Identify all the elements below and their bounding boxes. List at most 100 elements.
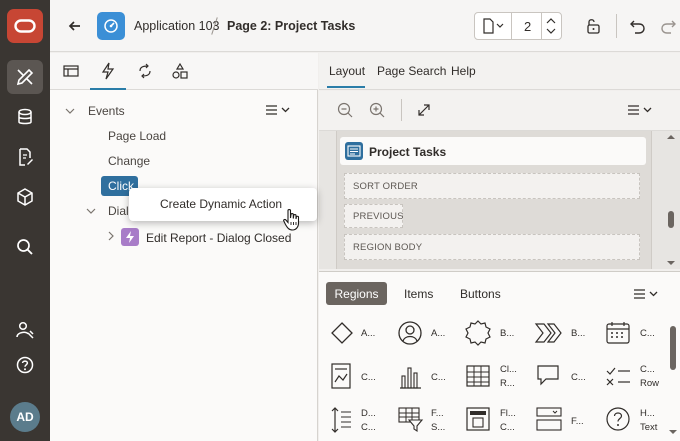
scroll-up-icon <box>667 135 675 139</box>
gallery-item-label: C... <box>640 328 655 339</box>
gallery-item-label: A... <box>431 328 446 339</box>
tab-rendering[interactable] <box>62 62 80 80</box>
search-button[interactable] <box>7 230 43 264</box>
bar-chart-icon <box>400 367 421 389</box>
global-nav-rail: AD <box>0 0 50 441</box>
dynamic-action-badge <box>121 228 139 246</box>
tree-item-edit-report-dialog-closed[interactable]: Edit Report - Dialog Closed <box>146 231 291 245</box>
events-collapse-toggle[interactable] <box>64 105 76 117</box>
gallery-item[interactable]: Cl... R... <box>463 360 521 394</box>
zoom-out-button[interactable] <box>336 101 354 119</box>
events-menu-button[interactable] <box>264 103 292 117</box>
gallery-item[interactable]: B... <box>533 318 591 348</box>
lock-page-button[interactable] <box>583 16 603 36</box>
slot-region-body[interactable]: REGION BODY <box>344 234 640 260</box>
page-stepper[interactable] <box>544 15 558 37</box>
chevron-right-icon <box>108 231 114 241</box>
gallery-item-label: Cl... <box>500 364 517 375</box>
package-icon <box>17 188 33 206</box>
comments-icon <box>537 365 559 386</box>
gallery-item[interactable]: B... <box>463 318 521 348</box>
gallery-item-label: D... <box>361 408 376 419</box>
gallery-item-label: R... <box>500 378 515 389</box>
zoom-in-button[interactable] <box>368 101 386 119</box>
tab-shared-components[interactable] <box>171 62 189 80</box>
gallery-item[interactable]: C... Row <box>603 360 663 394</box>
gallery-item-label: B... <box>500 328 515 339</box>
tab-layout-underline <box>327 86 365 88</box>
layout-menu-button[interactable] <box>626 103 654 117</box>
gallery-tab-regions[interactable]: Regions <box>326 282 387 305</box>
page-number-divider-2 <box>541 12 542 40</box>
center-pane-tabs <box>319 53 680 90</box>
undo-button[interactable] <box>628 16 648 36</box>
canvas-scroll-up[interactable] <box>666 133 676 141</box>
gallery-item[interactable]: C... <box>327 360 385 394</box>
report-icon <box>347 145 361 157</box>
application-breadcrumb[interactable]: Application 103 <box>134 19 219 33</box>
page-number-divider <box>511 12 512 40</box>
slot-previous[interactable]: PREVIOUS <box>344 204 404 228</box>
oracle-logo-button[interactable] <box>7 9 43 43</box>
menu-item-create-dynamic-action[interactable]: Create Dynamic Action <box>160 197 282 211</box>
hamburger-chevron-icon <box>266 105 290 115</box>
gallery-item-label: H... <box>640 408 655 419</box>
gallery-item[interactable]: Fl... C... <box>463 404 521 438</box>
gallery-tab-items[interactable]: Items <box>404 287 433 301</box>
gallery-item-label: S... <box>431 422 446 433</box>
redo-icon <box>661 20 676 34</box>
gallery-item[interactable]: D... C... <box>327 404 385 438</box>
gallery-item[interactable]: C... <box>603 318 663 348</box>
app-builder-button[interactable] <box>7 60 43 94</box>
tab-processing[interactable] <box>136 62 154 80</box>
slot-sort-order[interactable]: SORT ORDER <box>344 173 640 199</box>
gallery-item[interactable]: H... Text <box>603 404 663 438</box>
page-number-input[interactable]: 2 <box>524 19 531 34</box>
administration-button[interactable] <box>7 313 43 347</box>
dialog-child-expand-toggle[interactable] <box>105 230 117 242</box>
gallery-menu-button[interactable] <box>632 287 660 301</box>
canvas-scrollbar-thumb[interactable] <box>668 211 674 228</box>
team-development-button[interactable] <box>7 140 43 174</box>
avatar[interactable]: AD <box>10 402 40 432</box>
gallery-item-label: C... <box>500 422 515 433</box>
tab-help[interactable]: Help <box>451 64 476 78</box>
gallery-item[interactable]: C... <box>533 360 591 394</box>
sql-workshop-button[interactable] <box>7 100 43 134</box>
stepper-up-down-icon <box>546 18 556 34</box>
tab-page-search[interactable]: Page Search <box>377 64 446 78</box>
application-icon[interactable] <box>97 12 125 40</box>
canvas-scroll-down[interactable] <box>666 259 676 267</box>
expand-button[interactable] <box>415 101 433 119</box>
gallery-item[interactable]: F... <box>533 404 591 438</box>
gallery-tab-buttons[interactable]: Buttons <box>460 287 501 301</box>
tree-item-change[interactable]: Change <box>108 154 150 168</box>
gallery-scroll-down[interactable] <box>668 428 678 436</box>
tab-dynamic-actions[interactable] <box>90 53 126 90</box>
help-text-icon <box>606 407 630 431</box>
help-button[interactable] <box>7 348 43 382</box>
gallery-item-label: F... <box>571 416 584 427</box>
gallery-item[interactable]: C... <box>395 360 453 394</box>
region-title: Project Tasks <box>369 145 447 159</box>
gallery-item-label: Fl... <box>500 408 516 419</box>
gallery-item[interactable]: A... <box>327 318 385 348</box>
dialog-collapse-toggle[interactable] <box>85 205 97 217</box>
gallery-scrollbar-thumb[interactable] <box>670 326 676 370</box>
tab-layout[interactable]: Layout <box>329 64 365 78</box>
user-settings-icon <box>16 321 34 339</box>
badge-icon <box>465 320 491 346</box>
gallery-button[interactable] <box>7 180 43 214</box>
redo-button[interactable] <box>658 16 678 36</box>
gallery-item[interactable]: F... S... <box>395 404 453 438</box>
gallery-item-label: B... <box>571 328 586 339</box>
events-node[interactable]: Events <box>88 104 125 118</box>
zoom-out-icon <box>337 102 353 118</box>
help-icon <box>16 356 34 374</box>
gallery-item[interactable]: A... <box>395 318 453 348</box>
page-type-icon[interactable] <box>482 18 506 34</box>
tree-item-page-load[interactable]: Page Load <box>108 129 166 143</box>
chevron-down-icon <box>86 208 96 214</box>
back-button[interactable] <box>65 16 85 36</box>
page-title: Page 2: Project Tasks <box>227 19 356 33</box>
